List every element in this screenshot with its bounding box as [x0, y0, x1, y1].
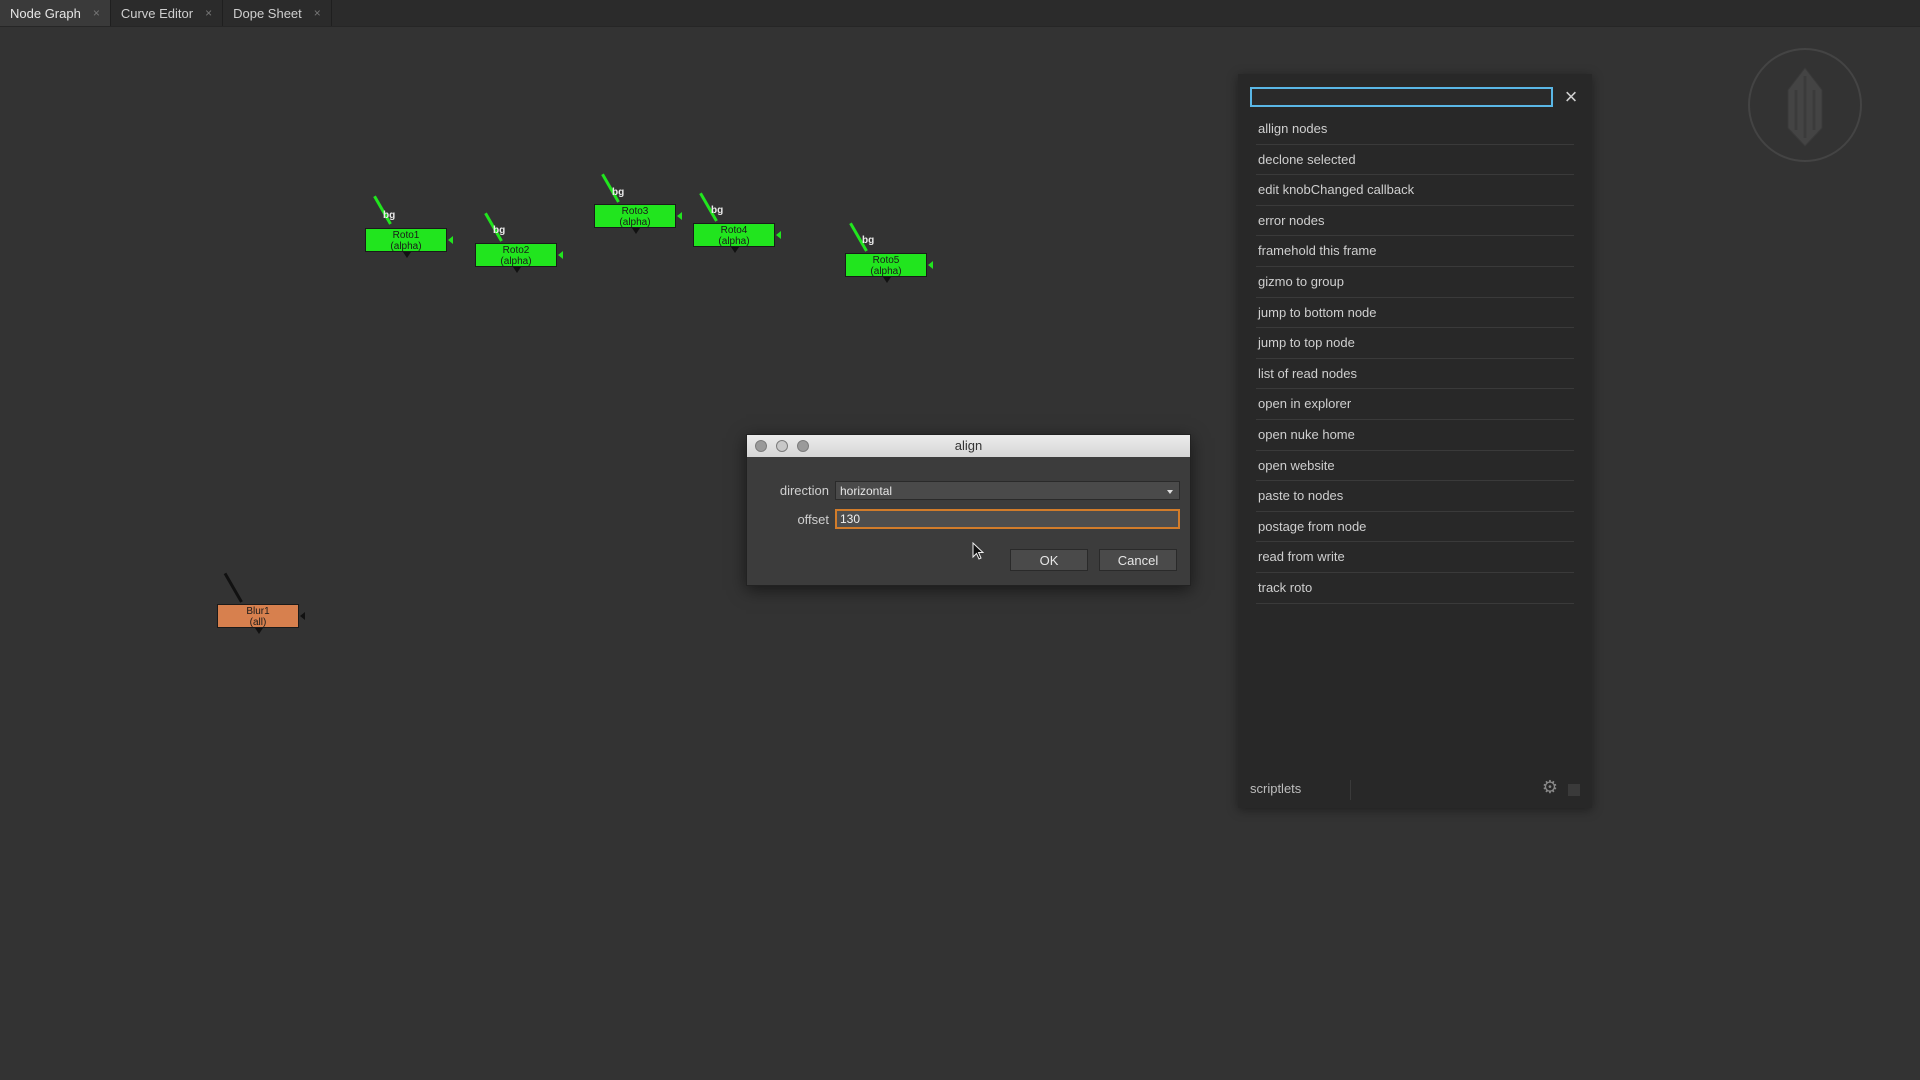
list-item[interactable]: framehold this frame — [1256, 236, 1574, 267]
minimize-window-button[interactable] — [776, 440, 788, 452]
logo-shape — [1787, 67, 1823, 147]
close-icon[interactable]: × — [314, 6, 321, 20]
node-channel: (alpha) — [718, 236, 750, 247]
offset-label: offset — [797, 511, 829, 527]
list-item[interactable]: postage from node — [1256, 512, 1574, 543]
panel-footer-label: scriptlets — [1250, 781, 1302, 796]
tab-node-graph[interactable]: Node Graph × — [0, 0, 111, 26]
output-arrow[interactable] — [448, 236, 453, 244]
roto1-node[interactable]: Roto1 (alpha) — [365, 228, 453, 258]
close-icon[interactable]: × — [1560, 86, 1582, 108]
tab-dope-sheet[interactable]: Dope Sheet × — [223, 0, 332, 26]
node-channel: (alpha) — [619, 217, 651, 228]
tab-label: Dope Sheet — [233, 5, 302, 21]
tab-curve-editor[interactable]: Curve Editor × — [111, 0, 224, 26]
cancel-button[interactable]: Cancel — [1099, 549, 1177, 571]
list-item[interactable]: allign nodes — [1256, 114, 1574, 145]
list-item[interactable]: list of read nodes — [1256, 359, 1574, 390]
list-item[interactable]: open website — [1256, 451, 1574, 482]
node-channel: (all) — [249, 617, 267, 628]
output-arrow-down[interactable] — [632, 228, 640, 234]
output-arrow[interactable] — [677, 212, 682, 220]
tab-label: Node Graph — [10, 5, 81, 21]
panel-toggle-button[interactable] — [1568, 784, 1580, 796]
direction-select[interactable]: horizontal — [835, 481, 1180, 500]
roto5-node[interactable]: Roto5 (alpha) — [845, 253, 933, 283]
chevron-down-icon — [1167, 490, 1173, 494]
list-item[interactable]: declone selected — [1256, 145, 1574, 176]
input-label: bg — [612, 187, 625, 198]
node-name: Roto4 — [720, 225, 748, 236]
offset-input[interactable] — [835, 509, 1180, 529]
scriptlets-panel: × allign nodes declone selected edit kno… — [1238, 74, 1592, 808]
input-label: bg — [383, 210, 396, 221]
footer-divider — [1350, 780, 1351, 800]
roto3-node[interactable]: Roto3 (alpha) — [594, 204, 682, 234]
scriptlet-list: allign nodes declone selected edit knobC… — [1256, 114, 1574, 604]
node-channel: (alpha) — [390, 241, 422, 252]
node-name: Roto1 — [392, 230, 420, 241]
roto2-node[interactable]: Roto2 (alpha) — [475, 243, 563, 273]
output-arrow[interactable] — [776, 231, 781, 239]
tab-label: Curve Editor — [120, 5, 194, 21]
dialog-titlebar[interactable]: align — [747, 435, 1190, 457]
list-item[interactable]: read from write — [1256, 542, 1574, 573]
output-arrow-down[interactable] — [255, 628, 263, 634]
output-arrow-down[interactable] — [883, 277, 891, 283]
input-pipe[interactable] — [223, 572, 243, 603]
output-arrow[interactable] — [300, 612, 305, 620]
mouse-cursor-icon — [972, 542, 985, 560]
output-arrow[interactable] — [928, 261, 933, 269]
node-name: Roto5 — [872, 255, 900, 266]
list-item[interactable]: paste to nodes — [1256, 481, 1574, 512]
node-channel: (alpha) — [500, 256, 532, 267]
list-item[interactable]: open nuke home — [1256, 420, 1574, 451]
nuke-logo-icon — [1748, 48, 1862, 162]
search-input[interactable] — [1250, 87, 1553, 107]
dialog-title: align — [954, 438, 983, 453]
list-item[interactable]: track roto — [1256, 573, 1574, 604]
offset-row: offset — [765, 509, 1180, 529]
ok-button[interactable]: OK — [1010, 549, 1088, 571]
list-item[interactable]: open in explorer — [1256, 389, 1574, 420]
close-window-button[interactable] — [755, 440, 767, 452]
input-label: bg — [493, 225, 506, 236]
tab-bar: Node Graph × Curve Editor × Dope Sheet × — [0, 0, 1920, 27]
node-channel: (alpha) — [870, 266, 902, 277]
direction-value: horizontal — [840, 484, 893, 498]
close-icon[interactable]: × — [205, 6, 212, 20]
input-label: bg — [711, 205, 724, 216]
list-item[interactable]: edit knobChanged callback — [1256, 175, 1574, 206]
gear-icon[interactable]: ⚙ — [1542, 777, 1558, 798]
zoom-window-button[interactable] — [797, 440, 809, 452]
direction-label: direction — [779, 483, 829, 498]
list-item[interactable]: gizmo to group — [1256, 267, 1574, 298]
list-item[interactable]: jump to top node — [1256, 328, 1574, 359]
output-arrow-down[interactable] — [403, 252, 411, 258]
node-name: Roto2 — [502, 245, 530, 256]
roto4-node[interactable]: Roto4 (alpha) — [693, 223, 781, 253]
input-label: bg — [862, 235, 875, 246]
node-name: Blur1 — [246, 606, 270, 617]
blur1-node[interactable]: Blur1 (all) — [217, 604, 305, 634]
output-arrow-down[interactable] — [513, 267, 521, 273]
output-arrow[interactable] — [558, 251, 563, 259]
align-dialog: align direction horizontal offset OK Can… — [746, 434, 1191, 586]
close-icon[interactable]: × — [93, 6, 100, 20]
list-item[interactable]: jump to bottom node — [1256, 298, 1574, 329]
direction-row: direction horizontal — [765, 481, 1180, 500]
output-arrow-down[interactable] — [731, 247, 739, 253]
node-name: Roto3 — [621, 206, 649, 217]
list-item[interactable]: error nodes — [1256, 206, 1574, 237]
